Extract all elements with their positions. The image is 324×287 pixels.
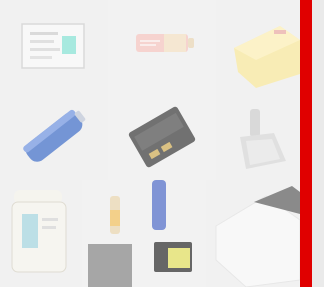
tile-blue-cylindrical-battery[interactable] [0,95,108,180]
tile-power-tool-battery[interactable] [0,180,82,287]
battery-pack-image [0,0,108,95]
tile-power-bank[interactable] [206,180,300,287]
assorted-batteries-image [82,180,206,287]
battery-image-grid [0,0,324,287]
blue-battery-image [0,95,108,180]
tile-yellow-battery-pack[interactable] [216,0,300,95]
vacuum-battery-image [216,95,300,180]
red-accent-bar [300,0,312,287]
tile-cylindrical-battery-red-label[interactable] [108,0,216,95]
black-battery-image [108,95,216,180]
cylindrical-battery-image [108,0,216,95]
tile-assorted-batteries[interactable] [82,180,206,287]
yellow-battery-pack-image [216,0,300,95]
tile-rectangular-battery-pack[interactable] [0,0,108,95]
power-tool-battery-image [0,180,82,287]
power-bank-image [206,180,300,287]
right-edge-strip [312,0,324,287]
tile-stick-vacuum-battery[interactable] [216,95,300,180]
tile-black-rectangular-battery[interactable] [108,95,216,180]
